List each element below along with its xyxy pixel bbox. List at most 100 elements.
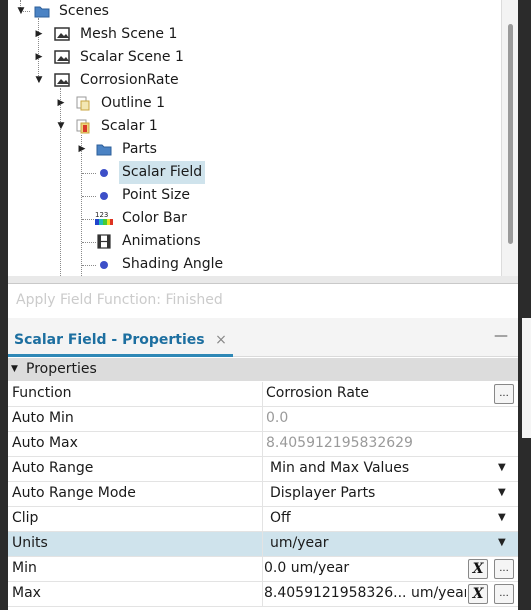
property-row-units[interactable]: Units um/year ▼ bbox=[8, 532, 518, 557]
collapse-twisty-icon[interactable]: ▼ bbox=[15, 0, 27, 23]
ellipsis-button[interactable]: ... bbox=[494, 559, 514, 579]
property-name: Auto Range bbox=[12, 460, 94, 476]
property-value: Corrosion Rate bbox=[266, 385, 370, 401]
ellipsis-button[interactable]: ... bbox=[494, 384, 514, 404]
color-bar-icon: 123 bbox=[95, 211, 113, 225]
scrollbar-thumb[interactable] bbox=[508, 24, 513, 244]
folder-icon bbox=[34, 6, 50, 18]
tree-item-outline-1[interactable]: ▶ Outline 1 bbox=[8, 92, 498, 115]
property-name: Auto Max bbox=[12, 435, 78, 451]
scene-icon bbox=[54, 73, 70, 87]
column-divider bbox=[262, 557, 263, 581]
tree-item-corrosionrate[interactable]: ▼ CorrosionRate bbox=[8, 69, 498, 92]
column-divider bbox=[262, 582, 263, 606]
tree-item-label: Scalar Field bbox=[119, 161, 206, 184]
property-name: Units bbox=[12, 535, 48, 551]
expand-twisty-icon[interactable]: ▶ bbox=[76, 138, 88, 161]
tree-item-label: Scenes bbox=[59, 3, 109, 19]
property-value: 8.405912195832629 bbox=[266, 435, 413, 451]
minimize-icon[interactable]: — bbox=[494, 328, 508, 344]
tree-item-label: Shading Angle bbox=[122, 256, 224, 272]
tree-item-mesh-scene-1[interactable]: ▶ Mesh Scene 1 bbox=[8, 23, 498, 46]
ellipsis-button[interactable]: ... bbox=[494, 584, 514, 604]
column-divider bbox=[262, 457, 263, 481]
property-name: Auto Range Mode bbox=[12, 485, 136, 501]
column-divider bbox=[262, 432, 263, 456]
dropdown-arrow-icon[interactable]: ▼ bbox=[498, 537, 506, 548]
property-value: 0.0 bbox=[266, 410, 289, 426]
tree-item-label: Scalar Scene 1 bbox=[80, 49, 184, 65]
close-icon[interactable]: × bbox=[215, 332, 227, 348]
property-value: Off bbox=[270, 510, 291, 526]
scalar-displayer-icon bbox=[76, 119, 90, 134]
svg-text:123: 123 bbox=[95, 211, 108, 219]
dropdown-arrow-icon[interactable]: ▼ bbox=[498, 487, 506, 498]
panel-divider bbox=[8, 276, 518, 283]
property-value: 8.4059121958326... um/year bbox=[264, 585, 466, 601]
tree-item-shading-angle[interactable]: Shading Angle bbox=[8, 253, 498, 276]
tab-scalar-field-properties[interactable]: Scalar Field - Properties × bbox=[8, 318, 233, 357]
collapse-twisty-icon[interactable]: ▼ bbox=[11, 358, 18, 381]
collapse-twisty-icon[interactable]: ▼ bbox=[33, 69, 45, 92]
folder-icon bbox=[96, 144, 112, 156]
properties-group-header[interactable]: ▼ Properties bbox=[8, 358, 518, 381]
property-dot-icon bbox=[100, 192, 108, 200]
property-row-min[interactable]: Min 0.0 um/year X ... bbox=[8, 557, 518, 582]
dropdown-arrow-icon[interactable]: ▼ bbox=[498, 512, 506, 523]
property-dot-icon bbox=[100, 261, 108, 269]
property-name: Clip bbox=[12, 510, 39, 526]
tree-item-animations[interactable]: Animations bbox=[8, 230, 498, 253]
group-label: Properties bbox=[26, 361, 97, 377]
column-divider bbox=[262, 407, 263, 431]
property-name: Max bbox=[12, 585, 41, 601]
tree-item-scalar-1[interactable]: ▼ Scalar 1 bbox=[8, 115, 498, 138]
tree-item-label: Animations bbox=[122, 233, 201, 249]
property-row-auto-min[interactable]: Auto Min 0.0 bbox=[8, 407, 518, 432]
tree-item-label: Outline 1 bbox=[101, 95, 166, 111]
scene-icon bbox=[54, 27, 70, 41]
property-row-clip[interactable]: Clip Off ▼ bbox=[8, 507, 518, 532]
tree-item-label: Scalar 1 bbox=[101, 118, 158, 134]
tree-item-scalar-scene-1[interactable]: ▶ Scalar Scene 1 bbox=[8, 46, 498, 69]
property-value: Displayer Parts bbox=[270, 485, 376, 501]
animations-icon bbox=[97, 234, 111, 249]
expand-twisty-icon[interactable]: ▶ bbox=[33, 46, 45, 69]
property-value: Min and Max Values bbox=[270, 460, 410, 476]
column-divider bbox=[262, 507, 263, 531]
tree-item-label: Point Size bbox=[122, 187, 190, 203]
side-panel-edge bbox=[522, 318, 531, 438]
collapse-twisty-icon[interactable]: ▼ bbox=[55, 115, 67, 138]
column-divider bbox=[262, 382, 263, 406]
tree-item-scenes[interactable]: ▼ Scenes bbox=[8, 0, 498, 23]
tree-item-point-size[interactable]: Point Size bbox=[8, 184, 498, 207]
expand-twisty-icon[interactable]: ▶ bbox=[33, 23, 45, 46]
dropdown-arrow-icon[interactable]: ▼ bbox=[498, 462, 506, 473]
tree-item-color-bar[interactable]: 123 Color Bar bbox=[8, 207, 498, 230]
property-dot-icon bbox=[100, 169, 108, 177]
property-row-auto-max[interactable]: Auto Max 8.405912195832629 bbox=[8, 432, 518, 457]
outline-displayer-icon bbox=[76, 96, 90, 111]
tree-item-label: CorrosionRate bbox=[80, 72, 179, 88]
property-name: Auto Min bbox=[12, 410, 74, 426]
property-row-auto-range[interactable]: Auto Range Min and Max Values ▼ bbox=[8, 457, 518, 482]
property-row-function[interactable]: Function Corrosion Rate ... bbox=[8, 382, 518, 407]
tree-scrollbar[interactable] bbox=[501, 0, 518, 276]
property-name: Function bbox=[12, 385, 72, 401]
tree-item-label: Parts bbox=[122, 141, 157, 157]
clear-button[interactable]: X bbox=[468, 559, 488, 579]
status-message: Apply Field Function: Finished bbox=[16, 292, 223, 308]
property-name: Min bbox=[12, 560, 37, 576]
tree-item-label: Color Bar bbox=[122, 210, 187, 226]
window-edge bbox=[518, 0, 531, 610]
property-value: 0.0 um/year bbox=[264, 560, 350, 576]
column-divider bbox=[262, 532, 263, 556]
property-row-auto-range-mode[interactable]: Auto Range Mode Displayer Parts ▼ bbox=[8, 482, 518, 507]
tree-item-parts[interactable]: ▶ Parts bbox=[8, 138, 498, 161]
tree-item-scalar-field[interactable]: Scalar Field bbox=[8, 161, 498, 184]
clear-button[interactable]: X bbox=[468, 584, 488, 604]
scene-tree: ▼ Scenes ▶ Mesh Scene 1 ▶ Scalar Scene 1… bbox=[8, 0, 518, 276]
property-row-max[interactable]: Max 8.4059121958326... um/year X ... bbox=[8, 582, 518, 607]
property-value: um/year bbox=[270, 535, 329, 551]
tree-item-label: Mesh Scene 1 bbox=[80, 26, 178, 42]
expand-twisty-icon[interactable]: ▶ bbox=[55, 92, 67, 115]
